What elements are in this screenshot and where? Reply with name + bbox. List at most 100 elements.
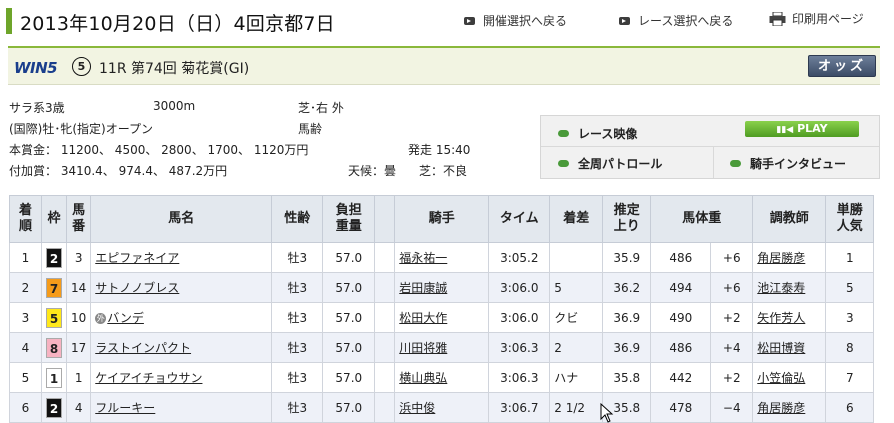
- horse-name-link[interactable]: ラストインパクト: [90, 332, 273, 363]
- jockey-link[interactable]: 松田大作: [394, 302, 490, 333]
- trainer-link[interactable]: 小笠倫弘: [752, 362, 827, 393]
- sex-age: 牡3: [271, 302, 324, 333]
- sex-age: 牡3: [271, 242, 324, 273]
- body-weight: 490: [650, 302, 712, 333]
- track-going: 芝：不良: [419, 164, 468, 178]
- margin: [549, 242, 604, 273]
- prize-money: 本賞金： 11200、 4500、 2800、 1700、 1120万円: [9, 143, 309, 157]
- title-accent: [6, 8, 12, 34]
- bullet-icon: [558, 130, 569, 137]
- horse-name-link[interactable]: サトノノブレス: [90, 272, 273, 303]
- body-weight: 486: [650, 242, 712, 273]
- race-time: 3:06.7: [488, 392, 551, 423]
- popularity: 7: [825, 362, 875, 393]
- last-3f: 35.9: [602, 242, 652, 273]
- play-label: PLAY: [797, 122, 828, 135]
- horse-name-link[interactable]: 外バンデ: [90, 302, 273, 333]
- weight-extra: [374, 362, 396, 393]
- body-weight-diff: −4: [710, 392, 754, 423]
- jockey-link[interactable]: 岩田康誠: [394, 272, 490, 303]
- margin: ハナ: [549, 362, 604, 393]
- arrow-icon: [464, 16, 475, 25]
- header-num: 馬 番: [65, 195, 92, 243]
- race-time: 3:06.0: [488, 272, 551, 303]
- header-sex-age: 性齢: [271, 195, 324, 243]
- carried-weight: 57.0: [322, 272, 376, 303]
- race-course: 芝･右 外: [298, 101, 344, 115]
- win5-leg-badge: 5: [72, 57, 91, 76]
- last-3f: 36.9: [602, 332, 652, 363]
- body-weight-diff: +4: [710, 332, 754, 363]
- finish-position: 2: [9, 272, 42, 303]
- waku-cell: 7: [41, 272, 67, 303]
- race-class: サラ系3歳: [9, 101, 65, 115]
- carried-weight: 57.0: [322, 302, 376, 333]
- horse-name-link[interactable]: フルーキー: [90, 392, 273, 423]
- carried-weight: 57.0: [322, 242, 376, 273]
- header-jockey: 騎手: [394, 195, 490, 243]
- jockey-link[interactable]: 浜中俊: [394, 392, 490, 423]
- horse-number: 14: [65, 272, 92, 303]
- back-to-race-link[interactable]: レース選択へ戻る: [619, 12, 733, 29]
- race-conditions: (国際)牡･牝(指定)オープン: [9, 122, 154, 136]
- weight-rule: 馬齢: [298, 122, 323, 136]
- horse-number: 10: [65, 302, 92, 333]
- body-weight-diff: +2: [710, 302, 754, 333]
- horse-name-link[interactable]: ケイアイチョウサン: [90, 362, 273, 393]
- body-weight-diff: +6: [710, 242, 754, 273]
- horse-name: フルーキー: [95, 401, 156, 415]
- sex-age: 牡3: [271, 332, 324, 363]
- trainer-link[interactable]: 角居勝彦: [752, 392, 827, 423]
- table-header-row: 着 順枠馬 番馬名 性齢 負担 重量 騎手 タイム 着差 推定 上り 馬体重 調教師 単勝 人気: [9, 195, 875, 243]
- race-video-label: レース映像: [578, 127, 638, 141]
- finish-position: 1: [9, 242, 42, 273]
- patrol-video-link[interactable]: 全周パトロール: [558, 155, 662, 172]
- table-row: 5 1 1 ケイアイチョウサン 牡3 57.0 横山典弘 3:06.3 ハナ 35.8 442 +2 小…: [9, 362, 875, 393]
- jockey-link[interactable]: 福永祐一: [394, 242, 490, 273]
- weight-extra: [374, 302, 396, 333]
- last-3f: 36.9: [602, 302, 652, 333]
- extra-prize: 付加賞： 3410.4、 974.4、 487.2万円: [9, 164, 228, 178]
- trainer-link[interactable]: 矢作芳人: [752, 302, 827, 333]
- table-row: 3 5 10 外バンデ 牡3 57.0 松田大作 3:06.0 クビ 36.9 490 +2 矢作芳人 3: [9, 302, 875, 333]
- race-time: 3:05.2: [488, 242, 551, 273]
- popularity: 1: [825, 242, 875, 273]
- back-to-meeting-link[interactable]: 開催選択へ戻る: [464, 12, 567, 29]
- trainer-link[interactable]: 松田博資: [752, 332, 827, 363]
- back-to-race-label: レース選択へ戻る: [638, 14, 734, 28]
- table-row: 4 8 17 ラストインパクト 牡3 57.0 川田将雅 3:06.3 2 36.9 486 +4 松田…: [9, 332, 875, 363]
- finish-position: 5: [9, 362, 42, 393]
- page-title: 2013年10月20日（日）4回京都7日: [20, 13, 335, 35]
- waku-badge: 5: [46, 307, 62, 328]
- print-page-link[interactable]: 印刷用ページ: [769, 10, 864, 27]
- last-3f: 35.8: [602, 362, 652, 393]
- weight-extra: [374, 332, 396, 363]
- jockey-link[interactable]: 川田将雅: [394, 332, 490, 363]
- race-video-link[interactable]: レース映像: [558, 125, 637, 142]
- results-table: 着 順枠馬 番馬名 性齢 負担 重量 騎手 タイム 着差 推定 上り 馬体重 調教師 単勝 人気 …: [9, 195, 875, 423]
- print-page-label: 印刷用ページ: [792, 12, 864, 26]
- jockey-interview-label: 騎手インタビュー: [750, 157, 847, 171]
- header-margin: 着差: [549, 195, 604, 243]
- horse-name-link[interactable]: エピファネイア: [90, 242, 273, 273]
- margin: 5: [549, 272, 604, 303]
- last-3f: 36.2: [602, 272, 652, 303]
- win5-logo: WIN5: [14, 59, 58, 77]
- waku-cell: 8: [41, 332, 67, 363]
- odds-button[interactable]: オッズ: [808, 55, 876, 77]
- popularity: 3: [825, 302, 875, 333]
- margin: 2: [549, 332, 604, 363]
- jockey-link[interactable]: 横山典弘: [394, 362, 490, 393]
- back-to-meeting-label: 開催選択へ戻る: [483, 14, 568, 28]
- play-button[interactable]: ▮▮◀ PLAY: [745, 121, 859, 137]
- trainer-link[interactable]: 池江泰寿: [752, 272, 827, 303]
- header-horse: 馬名: [90, 195, 273, 243]
- horse-number: 17: [65, 332, 92, 363]
- jockey-interview-link[interactable]: 騎手インタビュー: [730, 155, 846, 172]
- popularity: 5: [825, 272, 875, 303]
- header-last3f: 推定 上り: [602, 195, 652, 243]
- trainer-link[interactable]: 角居勝彦: [752, 242, 827, 273]
- popularity: 8: [825, 332, 875, 363]
- body-weight: 442: [650, 362, 712, 393]
- table-row: 1 2 3 エピファネイア 牡3 57.0 福永祐一 3:05.2 35.9 486 +6 角居勝彦 1: [9, 242, 875, 273]
